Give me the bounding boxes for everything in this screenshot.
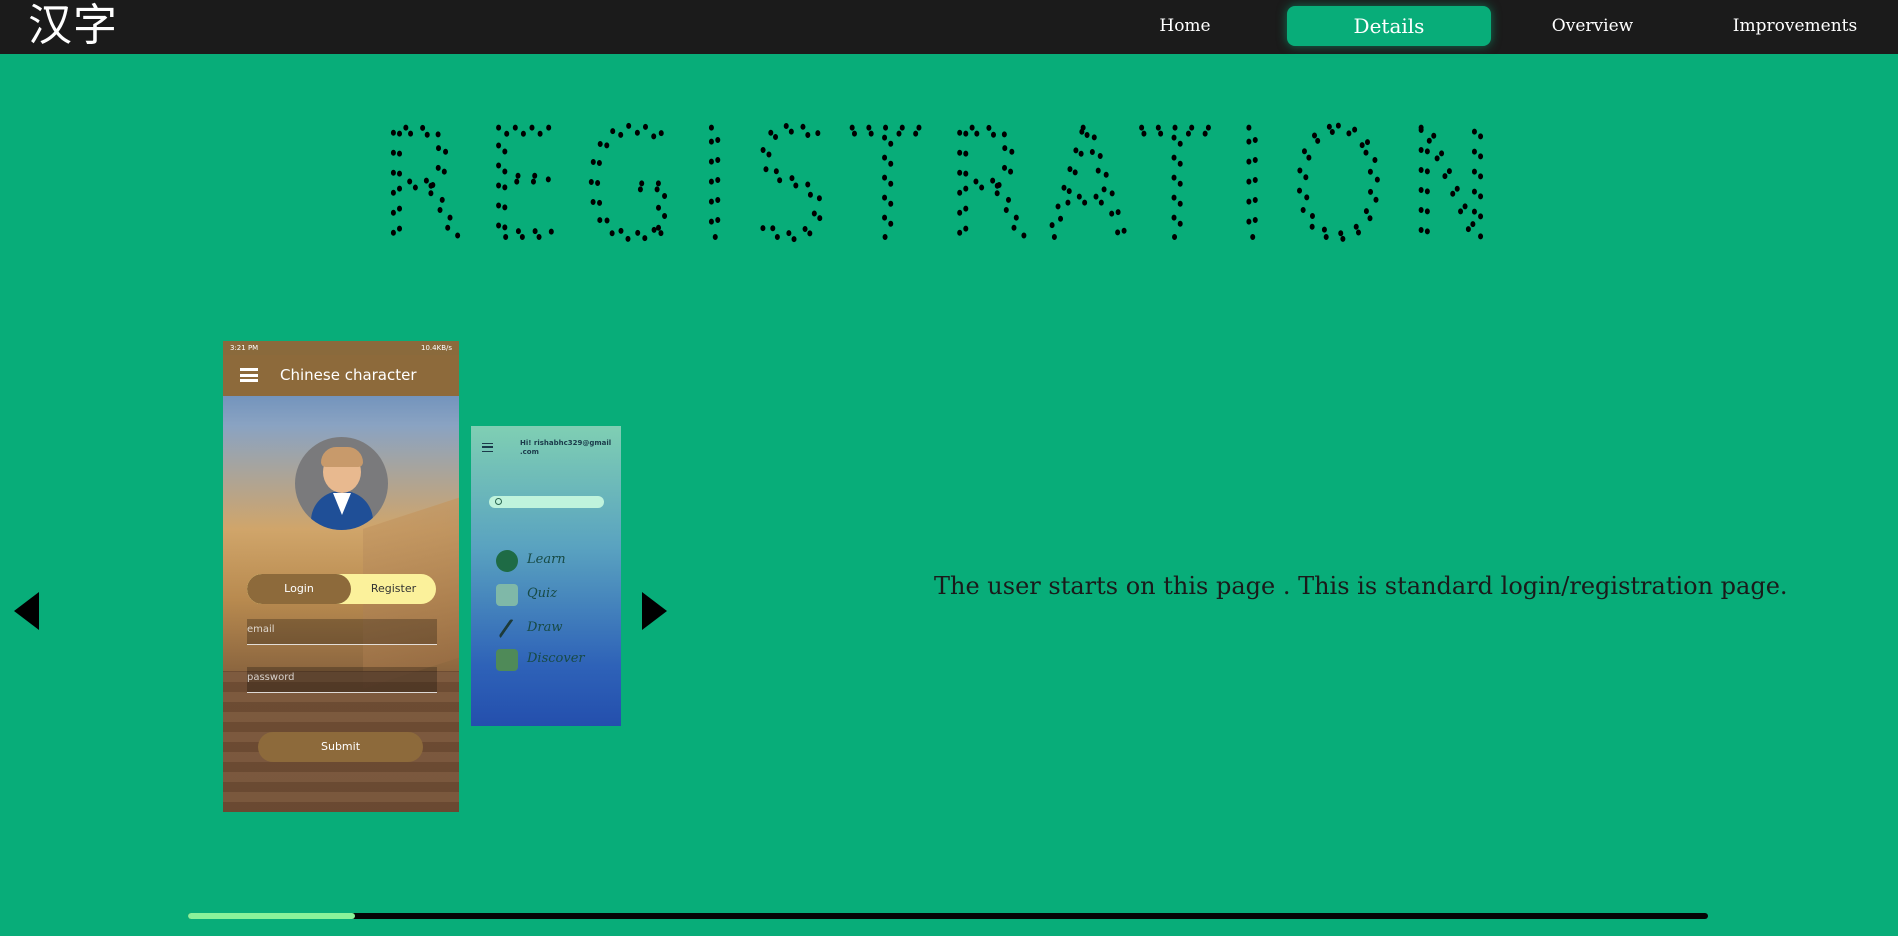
site-logo[interactable]: 汉字 <box>28 0 118 54</box>
hamburger-menu-icon <box>482 443 493 452</box>
search-icon <box>495 498 502 505</box>
phone-status-bar: 3:21 PM 10.4KB/s <box>223 341 459 355</box>
nav-home-link[interactable]: Home <box>1140 6 1230 46</box>
progress-fill <box>188 913 356 919</box>
login-register-toggle: Login Register <box>247 574 436 604</box>
avatar-hair <box>321 447 363 467</box>
caret-left-icon[interactable] <box>14 592 39 630</box>
nav-overview-link[interactable]: Overview <box>1540 6 1645 46</box>
slide-description: The user starts on this page . This is s… <box>934 572 1788 600</box>
learn-icon <box>496 550 518 572</box>
status-network: 10.4KB/s <box>421 344 452 352</box>
top-nav-bar: 汉字 Home Details Overview Improvements <box>0 0 1898 54</box>
search-bar <box>489 496 604 508</box>
nav-details-link[interactable]: Details <box>1287 6 1491 46</box>
user-greeting: Hi! rishabhc329@gmail .com <box>520 439 612 456</box>
submit-button: Submit <box>258 732 423 762</box>
phone-app-bar: Chinese character <box>223 355 459 396</box>
nav-improvements-link[interactable]: Improvements <box>1730 6 1860 46</box>
menu-screenshot: Hi! rishabhc329@gmail .com Learn Quiz Dr… <box>471 426 621 726</box>
avatar <box>295 437 388 530</box>
password-field: password <box>247 667 437 693</box>
status-time: 3:21 PM <box>230 344 259 352</box>
caret-right-icon[interactable] <box>642 592 667 630</box>
menu-item-label: Learn <box>527 552 566 567</box>
quiz-icon <box>496 584 518 606</box>
email-field: email <box>247 619 437 645</box>
hamburger-menu-icon <box>240 368 258 382</box>
menu-item-label: Draw <box>527 620 563 635</box>
brush-icon <box>498 618 516 640</box>
login-tab: Login <box>247 574 351 604</box>
menu-item-label: Discover <box>527 651 585 666</box>
progress-bar <box>188 913 1708 919</box>
phone-app-title: Chinese character <box>280 366 417 384</box>
section-title: REGISTRATION <box>375 105 1518 255</box>
login-screenshot: 3:21 PM 10.4KB/s Chinese character Login… <box>223 341 459 812</box>
section-title-text: REGISTRATION <box>378 105 1518 255</box>
menu-item-label: Quiz <box>527 586 558 601</box>
register-tab: Register <box>370 582 417 595</box>
map-icon <box>496 649 518 671</box>
